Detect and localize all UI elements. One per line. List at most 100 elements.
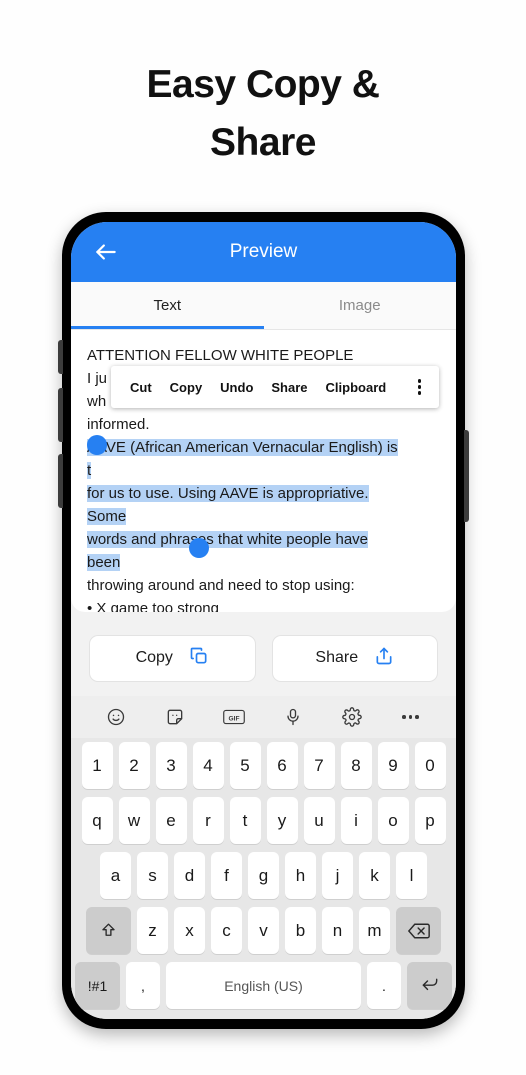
key-r[interactable]: r [192, 797, 224, 844]
key-c[interactable]: c [211, 907, 242, 954]
phone-power-button [464, 430, 469, 522]
doc-line: throwing around and need to stop using: [87, 577, 355, 594]
sticker-icon[interactable] [164, 706, 186, 728]
key-s[interactable]: s [137, 852, 168, 899]
arrow-left-icon[interactable] [93, 239, 119, 265]
gif-icon[interactable]: GIF [223, 706, 245, 728]
tab-bar: Text Image [71, 282, 456, 330]
more-horizontal-icon[interactable] [400, 706, 422, 728]
key-j[interactable]: j [322, 852, 353, 899]
share-icon [374, 646, 394, 671]
text-card[interactable]: ATTENTION FELLOW WHITE PEOPLE I ju wh in… [71, 330, 456, 612]
key-period[interactable]: . [367, 962, 401, 1009]
symbols-key[interactable]: !#1 [75, 962, 120, 1009]
key-v[interactable]: v [248, 907, 279, 954]
headline-line-2: Share [210, 121, 316, 164]
emoji-icon[interactable] [105, 706, 127, 728]
key-i[interactable]: i [340, 797, 372, 844]
context-menu-item-undo[interactable]: Undo [211, 380, 262, 395]
doc-line: informed. [87, 416, 150, 433]
action-bar: Copy Share [71, 620, 456, 696]
key-4[interactable]: 4 [192, 742, 224, 789]
key-1[interactable]: 1 [81, 742, 113, 789]
key-6[interactable]: 6 [266, 742, 298, 789]
text-context-menu: Cut Copy Undo Share Clipboard [111, 366, 439, 408]
microphone-icon[interactable] [282, 706, 304, 728]
key-comma[interactable]: , [126, 962, 160, 1009]
key-e[interactable]: e [155, 797, 187, 844]
key-y[interactable]: y [266, 797, 298, 844]
key-f[interactable]: f [211, 852, 242, 899]
more-vertical-icon[interactable] [410, 379, 430, 395]
key-8[interactable]: 8 [340, 742, 372, 789]
key-z[interactable]: z [137, 907, 168, 954]
phone-screen: Preview Text Image ATTENTION FELLOW WHIT… [71, 222, 456, 1019]
key-7[interactable]: 7 [303, 742, 335, 789]
phone-volume-button-2 [58, 388, 63, 442]
keyboard-row-home: a s d f g h j k l [71, 848, 456, 903]
svg-text:GIF: GIF [229, 715, 240, 722]
key-3[interactable]: 3 [155, 742, 187, 789]
selection-handle-end[interactable] [189, 538, 209, 558]
key-5[interactable]: 5 [229, 742, 261, 789]
key-h[interactable]: h [285, 852, 316, 899]
on-screen-keyboard: GIF 1 2 3 4 5 6 7 8 9 0 q w e r t y u i … [71, 696, 456, 1019]
keyboard-row-numbers: 1 2 3 4 5 6 7 8 9 0 [71, 738, 456, 793]
key-m[interactable]: m [359, 907, 390, 954]
copy-button[interactable]: Copy [89, 634, 256, 682]
key-w[interactable]: w [118, 797, 150, 844]
key-k[interactable]: k [359, 852, 390, 899]
shift-up-icon[interactable] [86, 907, 131, 954]
doc-line-selected: AAVE (African American Vernacular Englis… [87, 439, 398, 456]
share-button-label: Share [315, 649, 359, 666]
doc-line-selected: been [87, 554, 121, 571]
key-9[interactable]: 9 [377, 742, 409, 789]
tab-image[interactable]: Image [264, 282, 457, 329]
key-n[interactable]: n [322, 907, 353, 954]
enter-return-icon[interactable] [407, 962, 452, 1009]
keyboard-toolbar: GIF [71, 696, 456, 738]
doc-line: • X game too strong [87, 600, 219, 612]
settings-gear-icon[interactable] [341, 706, 363, 728]
phone-frame: Preview Text Image ATTENTION FELLOW WHIT… [58, 212, 469, 1029]
keyboard-row-bottom: z x c v b n m [71, 903, 456, 958]
key-u[interactable]: u [303, 797, 335, 844]
keyboard-row-top: q w e r t y u i o p [71, 793, 456, 848]
keyboard-row-space: !#1 , English (US) . [71, 958, 456, 1013]
context-menu-item-clipboard[interactable]: Clipboard [317, 380, 396, 395]
doc-line-selected: t [87, 462, 92, 479]
context-menu-item-copy[interactable]: Copy [161, 380, 212, 395]
key-l[interactable]: l [396, 852, 427, 899]
key-0[interactable]: 0 [414, 742, 446, 789]
doc-line: ATTENTION FELLOW WHITE PEOPLE [87, 347, 354, 364]
promo-page: Easy Copy & Share Preview Text Image ATT… [0, 0, 526, 1075]
phone-volume-button-1 [58, 340, 63, 374]
app-bar: Preview [71, 222, 456, 282]
app-bar-title: Preview [229, 241, 298, 262]
key-p[interactable]: p [414, 797, 446, 844]
headline-line-1: Easy Copy & [146, 63, 380, 106]
key-x[interactable]: x [174, 907, 205, 954]
doc-line-selected: for us to use. Using AAVE is appropriati… [87, 485, 369, 502]
backspace-icon[interactable] [396, 907, 441, 954]
doc-line-selected: words and phrases that white people have [87, 531, 369, 548]
text-preview-area: ATTENTION FELLOW WHITE PEOPLE I ju wh in… [71, 330, 456, 620]
selection-handle-start[interactable] [87, 435, 107, 455]
key-d[interactable]: d [174, 852, 205, 899]
key-a[interactable]: a [100, 852, 131, 899]
context-menu-item-cut[interactable]: Cut [121, 380, 161, 395]
key-q[interactable]: q [81, 797, 113, 844]
tab-text[interactable]: Text [71, 282, 264, 329]
key-b[interactable]: b [285, 907, 316, 954]
phone-volume-button-3 [58, 454, 63, 508]
share-button[interactable]: Share [271, 634, 438, 682]
key-o[interactable]: o [377, 797, 409, 844]
page-title: Easy Copy & Share [0, 56, 526, 172]
context-menu-item-share[interactable]: Share [262, 380, 316, 395]
doc-line-selected: Some [87, 508, 127, 525]
key-g[interactable]: g [248, 852, 279, 899]
key-t[interactable]: t [229, 797, 261, 844]
spacebar[interactable]: English (US) [166, 962, 361, 1009]
copy-button-label: Copy [135, 649, 173, 666]
key-2[interactable]: 2 [118, 742, 150, 789]
